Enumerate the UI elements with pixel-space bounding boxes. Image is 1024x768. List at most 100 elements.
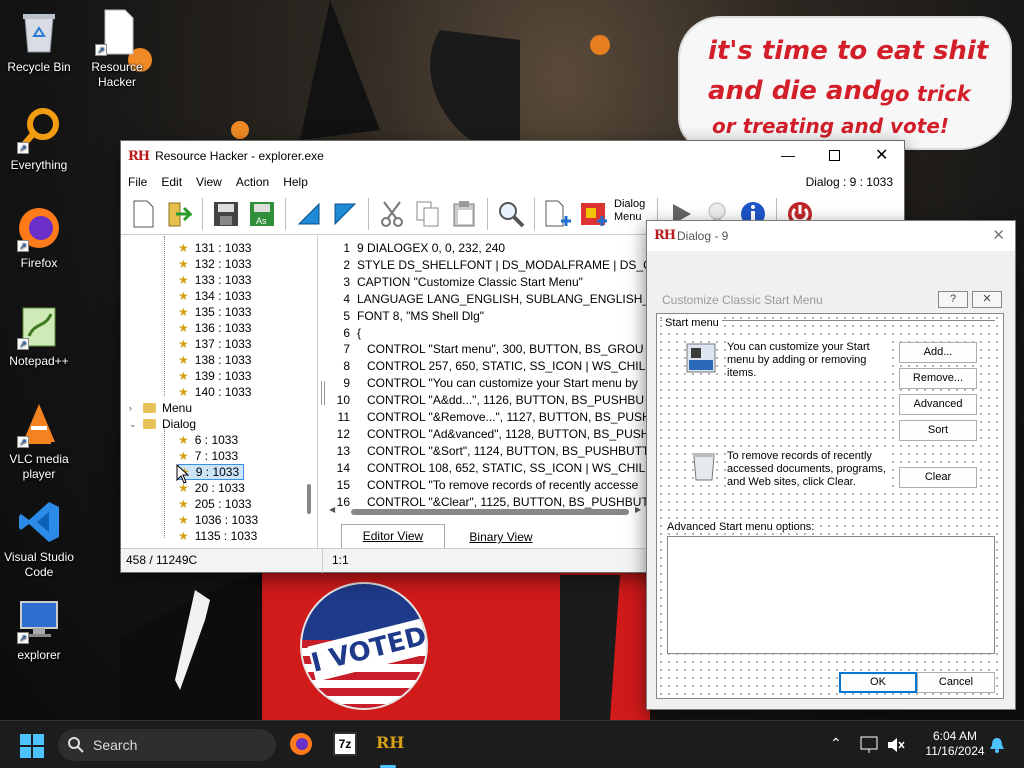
clock[interactable]: 6:04 AM 11/16/2024 — [920, 729, 990, 759]
code-line[interactable]: CONTROL "&Clear", 1125, BUTTON, BS_PUSHB… — [357, 495, 648, 509]
tree-folder-menu[interactable]: › Menu — [129, 400, 192, 416]
tree-item[interactable]: ★ 139 : 1033 — [178, 368, 251, 384]
tree-item[interactable]: ★ 131 : 1033 — [178, 240, 251, 256]
tree-item[interactable]: ★ 205 : 1033 — [178, 496, 251, 512]
firefox-taskbar-icon[interactable] — [289, 732, 313, 756]
code-line[interactable]: CONTROL "You can customize your Start me… — [357, 376, 638, 390]
tree-item[interactable]: ★ 135 : 1033 — [178, 304, 251, 320]
menu-file[interactable]: File — [121, 175, 154, 189]
network-icon[interactable] — [860, 736, 880, 754]
code-line[interactable]: CONTROL 257, 650, STATIC, SS_ICON | WS_C… — [357, 359, 645, 373]
tree-item[interactable]: ★ 1036 : 1033 — [178, 512, 258, 528]
tree-item[interactable]: ★ 132 : 1033 — [178, 256, 251, 272]
tree-item[interactable]: ★ 140 : 1033 — [178, 384, 251, 400]
cancel-button[interactable]: Cancel — [917, 672, 995, 693]
code-line[interactable]: CONTROL 108, 652, STATIC, SS_ICON | WS_C… — [357, 461, 645, 475]
desktop-icon-everything[interactable]: ↗ Everything — [0, 106, 78, 173]
close-button[interactable]: ✕ — [875, 145, 888, 165]
scroll-right-icon[interactable]: ▶ — [635, 505, 641, 514]
tree-item-label: 9 : 1033 — [195, 465, 240, 479]
paste-button[interactable] — [448, 198, 480, 230]
status-cursor: 1:1 — [332, 553, 349, 567]
tree-item[interactable]: ★ 138 : 1033 — [178, 352, 251, 368]
code-editor[interactable]: 1 9 DIALOGEX 0, 0, 232, 240 2 STYLE DS_SHEL… — [326, 239, 648, 509]
pane-splitter[interactable] — [321, 381, 325, 405]
remove-button[interactable]: Remove... — [899, 368, 977, 389]
dialog-close-button[interactable]: ✕ — [992, 226, 1005, 244]
code-line[interactable]: CONTROL "To remove records of recently a… — [357, 478, 638, 492]
tree-folder-dialog[interactable]: ⌄ Dialog — [129, 416, 196, 432]
status-position: 458 / 11249C — [126, 553, 198, 567]
desktop-icon-recycle-bin[interactable]: Recycle Bin — [0, 8, 78, 75]
copy-button[interactable] — [412, 198, 444, 230]
tree-item[interactable]: ★ 6 : 1033 — [178, 432, 238, 448]
menu-view[interactable]: View — [189, 175, 229, 189]
maximize-button[interactable] — [829, 150, 840, 161]
desktop-icon-vscode[interactable]: Visual Studio Code — [0, 498, 78, 580]
tree-item[interactable]: ★ 136 : 1033 — [178, 320, 251, 336]
notification-bell-icon[interactable] — [988, 736, 1006, 754]
desktop-icon-resource-hacker[interactable]: ↗ Resource Hacker — [78, 8, 156, 90]
editor-hscrollbar-thumb[interactable] — [351, 509, 629, 515]
code-line[interactable]: LANGUAGE LANG_ENGLISH, SUBLANG_ENGLISH_U… — [357, 292, 648, 306]
tree-scrollbar-thumb[interactable] — [307, 484, 311, 514]
tree-item[interactable]: ★ 134 : 1033 — [178, 288, 251, 304]
save-as-button[interactable]: As — [246, 198, 278, 230]
code-line[interactable]: CONTROL "&Remove...", 1127, BUTTON, BS_P… — [357, 410, 648, 424]
code-line[interactable]: STYLE DS_SHELLFONT | DS_MODALFRAME | DS_… — [357, 258, 648, 272]
desktop-icon-explorer[interactable]: ↗ explorer — [0, 596, 78, 663]
ok-button[interactable]: OK — [839, 672, 917, 693]
menu-action[interactable]: Action — [229, 175, 276, 189]
code-line[interactable]: CONTROL "Start menu", 300, BUTTON, BS_GR… — [357, 342, 644, 356]
forward-button[interactable] — [329, 198, 361, 230]
rh-logo-icon: RH — [128, 148, 150, 164]
resource-hacker-taskbar-icon[interactable]: RH — [376, 733, 404, 752]
dialog-title-bar[interactable]: RH Dialog - 9 ✕ — [647, 221, 1015, 251]
tree-item[interactable]: ★ 1135 : 1033 — [178, 528, 257, 544]
desktop-icon-firefox[interactable]: ↗ Firefox — [0, 204, 78, 271]
menu-edit[interactable]: Edit — [154, 175, 189, 189]
open-button[interactable] — [163, 198, 195, 230]
dialog-menu-button[interactable]: Dialog Menu — [614, 198, 650, 230]
tree-item[interactable]: ★ 7 : 1033 — [178, 448, 238, 464]
add-resource-button[interactable] — [542, 198, 574, 230]
start-button-icon[interactable] — [20, 734, 44, 758]
taskbar-search-box[interactable]: Search — [58, 729, 276, 761]
collapse-chevron-icon[interactable]: ⌄ — [129, 416, 143, 432]
menu-help[interactable]: Help — [276, 175, 315, 189]
scroll-left-icon[interactable]: ◀ — [329, 505, 335, 514]
advanced-button[interactable]: Advanced — [899, 394, 977, 415]
clear-button[interactable]: Clear — [899, 467, 977, 488]
chevron-up-icon[interactable]: ⌃ — [830, 735, 842, 752]
add-button[interactable]: Add... — [899, 342, 977, 363]
help-button[interactable]: ? — [938, 291, 968, 308]
code-line[interactable]: CONTROL "A&dd...", 1126, BUTTON, BS_PUSH… — [357, 393, 644, 407]
tree-item[interactable]: ★ 133 : 1033 — [178, 272, 251, 288]
preview-close-icon[interactable]: ✕ — [972, 291, 1002, 308]
minimize-button[interactable]: — — [781, 147, 795, 163]
title-bar[interactable]: RH Resource Hacker - explorer.exe — ✕ — [121, 141, 904, 171]
back-button[interactable] — [293, 198, 325, 230]
tab-binary-view[interactable]: Binary View — [451, 527, 551, 547]
code-line[interactable]: FONT 8, "MS Shell Dlg" — [357, 309, 484, 323]
find-button[interactable] — [495, 198, 527, 230]
expand-chevron-icon[interactable]: › — [129, 400, 143, 416]
tab-editor-view[interactable]: Editor View — [341, 524, 445, 548]
cut-button[interactable] — [376, 198, 408, 230]
code-line[interactable]: CAPTION "Customize Classic Start Menu" — [357, 275, 583, 289]
sort-button[interactable]: Sort — [899, 420, 977, 441]
desktop-icon-notepadpp[interactable]: ↗ Notepad++ — [0, 302, 78, 369]
7zip-taskbar-icon[interactable]: 7z — [333, 732, 357, 756]
star-icon: ★ — [178, 433, 189, 447]
desktop-icon-vlc[interactable]: ↗ VLC media player — [0, 400, 78, 482]
code-line[interactable]: CONTROL "Ad&vanced", 1128, BUTTON, BS_PU… — [357, 427, 648, 441]
speaker-muted-icon[interactable] — [886, 736, 906, 754]
save-button[interactable] — [210, 198, 242, 230]
code-line[interactable]: CONTROL "&Sort", 1124, BUTTON, BS_PUSHBU… — [357, 444, 648, 458]
code-line[interactable]: { — [357, 326, 361, 340]
new-button[interactable] — [127, 198, 159, 230]
add-image-button[interactable] — [578, 198, 610, 230]
code-line[interactable]: 9 DIALOGEX 0, 0, 232, 240 — [357, 241, 505, 255]
advanced-options-tree[interactable] — [667, 536, 995, 654]
tree-item[interactable]: ★ 137 : 1033 — [178, 336, 251, 352]
